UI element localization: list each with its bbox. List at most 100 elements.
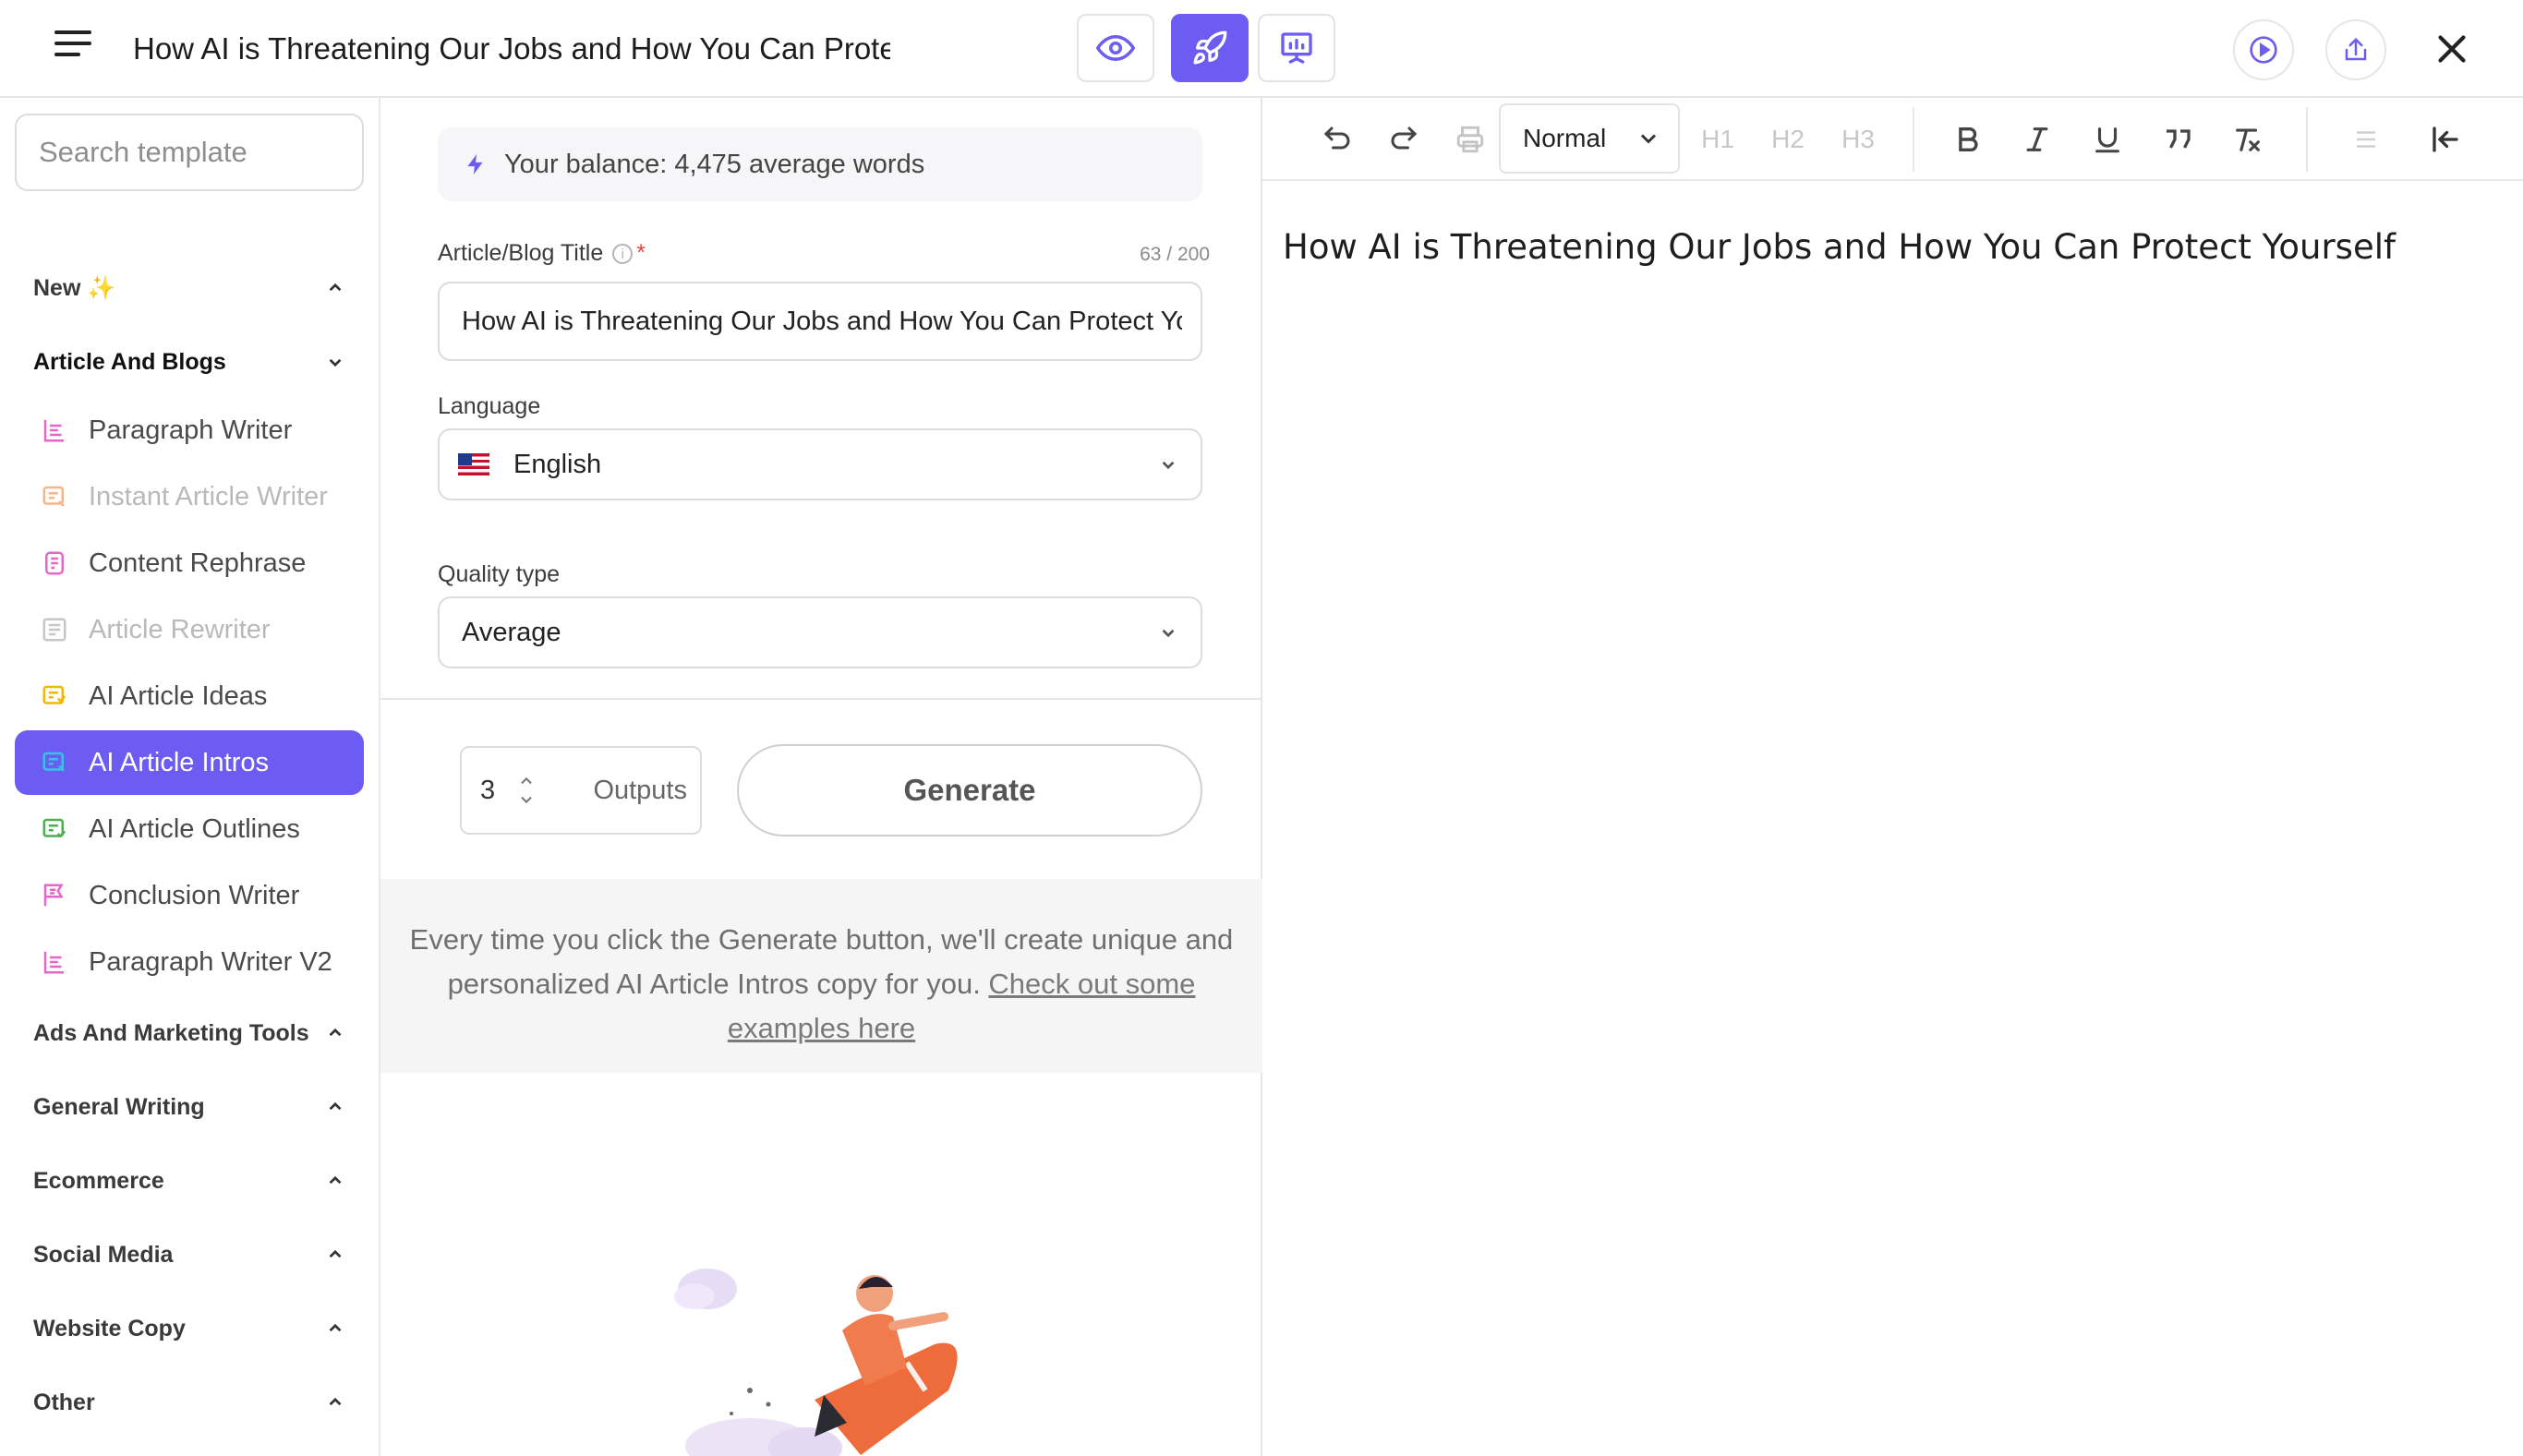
chevron-up-icon (329, 1175, 342, 1185)
title-label-text: Article/Blog Title (438, 240, 604, 266)
generate-button[interactable]: Generate (737, 744, 1202, 836)
play-button[interactable] (2233, 19, 2294, 80)
category-label: Website Copy (33, 1315, 186, 1342)
heading-2-button[interactable]: H2 (1765, 116, 1811, 162)
chevron-up-icon (329, 1249, 342, 1258)
heading-3-button[interactable]: H3 (1835, 116, 1881, 162)
chevron-down-icon (1162, 461, 1175, 470)
toolbar-separator (1913, 107, 1914, 172)
article-icon (42, 486, 65, 507)
sidebar-item-article-rewriter[interactable]: Article Rewriter (15, 597, 364, 662)
editor-content[interactable]: How AI is Threatening Our Jobs and How Y… (1283, 227, 2483, 267)
menu-icon[interactable] (54, 30, 91, 67)
italic-icon (2026, 127, 2048, 151)
category-website-copy[interactable]: Website Copy (33, 1306, 347, 1351)
language-label: Language (438, 393, 541, 419)
category-social-media[interactable]: Social Media (33, 1233, 347, 1277)
presentation-button[interactable] (1258, 14, 1335, 82)
category-label: Other (33, 1389, 95, 1415)
preview-button[interactable] (1077, 14, 1154, 82)
collapse-left-icon (2432, 126, 2458, 152)
quality-value: Average (462, 617, 561, 647)
category-article-and-blogs[interactable]: Article And Blogs (33, 340, 347, 384)
chevron-down-icon[interactable] (517, 794, 536, 807)
block-style-select[interactable]: Normal (1499, 103, 1680, 174)
category-ecommerce[interactable]: Ecommerce (33, 1159, 347, 1203)
info-icon[interactable]: i (612, 244, 634, 264)
sidebar-item-instant-article-writer[interactable]: Instant Article Writer (15, 464, 364, 529)
quote-icon (2167, 129, 2191, 149)
eye-icon (1096, 34, 1135, 62)
toolbar-separator (2306, 107, 2308, 172)
print-button[interactable] (1447, 116, 1493, 162)
category-label: Ads And Marketing Tools (33, 1019, 309, 1046)
ideas-icon (42, 685, 66, 704)
category-label: New ✨ (33, 274, 116, 301)
required-marker: * (636, 240, 646, 266)
align-button[interactable] (2343, 116, 2389, 162)
rocket-icon (1193, 30, 1227, 65)
title-input[interactable]: How AI is Threatening Our Jobs and How Y… (438, 282, 1202, 361)
undo-icon (1323, 126, 1350, 150)
chevron-up-icon (329, 1101, 342, 1111)
top-bar: How AI is Threatening Our Jobs and How Y… (0, 0, 2523, 98)
italic-button[interactable] (2014, 116, 2060, 162)
sidebar-item-label: AI Article Outlines (89, 813, 300, 844)
generate-hint: Every time you click the Generate button… (380, 879, 1262, 1073)
heading-1-button[interactable]: H1 (1695, 116, 1741, 162)
sidebar-item-paragraph-writer[interactable]: Paragraph Writer (15, 398, 364, 463)
sidebar-item-label: Conclusion Writer (89, 880, 300, 910)
chevron-up-icon (329, 1323, 342, 1332)
flag-icon (43, 884, 64, 907)
chevron-down-icon (1640, 134, 1657, 144)
search-template-input[interactable] (15, 114, 364, 191)
sidebar-item-ai-article-intros[interactable]: AI Article Intros (15, 730, 364, 795)
balance-text: Your balance: 4,475 average words (504, 149, 925, 179)
close-button[interactable] (2429, 26, 2475, 72)
form-divider (380, 698, 1262, 700)
generate-mode-button[interactable] (1171, 14, 1249, 82)
play-circle-icon (2250, 36, 2277, 64)
sidebar-item-conclusion-writer[interactable]: Conclusion Writer (15, 863, 364, 928)
outputs-stepper[interactable]: 3 Outputs (460, 746, 702, 835)
outline-icon (42, 818, 66, 838)
close-icon (2438, 35, 2466, 63)
intro-icon (42, 752, 65, 772)
language-value: English (513, 449, 602, 479)
quality-select[interactable]: Average (438, 596, 1202, 668)
quote-button[interactable] (2155, 116, 2201, 162)
chevron-down-icon (1162, 629, 1175, 638)
sidebar-item-label: Article Rewriter (89, 614, 271, 644)
underline-button[interactable] (2084, 116, 2131, 162)
sidebar-item-label: Instant Article Writer (89, 481, 328, 511)
category-new[interactable]: New ✨ (33, 266, 347, 310)
undo-button[interactable] (1314, 116, 1360, 162)
sidebar-item-paragraph-writer-v2[interactable]: Paragraph Writer V2 (15, 930, 364, 994)
share-button[interactable] (2325, 19, 2386, 80)
collapse-panel-button[interactable] (2422, 116, 2469, 162)
outputs-count[interactable]: 3 (480, 776, 508, 806)
stepper-arrows[interactable] (517, 774, 536, 807)
sidebar-item-label: AI Article Intros (89, 747, 270, 777)
language-select[interactable]: English (438, 428, 1202, 500)
bold-button[interactable] (1944, 116, 1990, 162)
document-title[interactable]: How AI is Threatening Our Jobs and How Y… (133, 26, 890, 72)
category-other[interactable]: Other (33, 1380, 347, 1425)
category-ads-and-marketing-tools[interactable]: Ads And Marketing Tools (33, 1011, 347, 1055)
presentation-icon (1281, 32, 1312, 64)
clear-format-button[interactable] (2225, 116, 2271, 162)
sidebar-item-ai-article-outlines[interactable]: AI Article Outlines (15, 797, 364, 861)
redo-button[interactable] (1381, 116, 1427, 162)
share-icon (2345, 37, 2367, 61)
paragraph-icon (43, 951, 64, 974)
us-flag-icon (458, 453, 489, 475)
template-sidebar: New ✨ Article And Blogs Paragraph Writer… (0, 98, 380, 1456)
chevron-up-icon[interactable] (517, 774, 536, 787)
category-label: General Writing (33, 1093, 205, 1120)
sidebar-item-label: AI Article Ideas (89, 680, 268, 711)
sidebar-item-label: Paragraph Writer V2 (89, 946, 332, 977)
sidebar-item-ai-article-ideas[interactable]: AI Article Ideas (15, 664, 364, 728)
category-general-writing[interactable]: General Writing (33, 1085, 347, 1129)
sidebar-item-content-rephrase[interactable]: Content Rephrase (15, 531, 364, 596)
align-icon (2357, 131, 2375, 148)
